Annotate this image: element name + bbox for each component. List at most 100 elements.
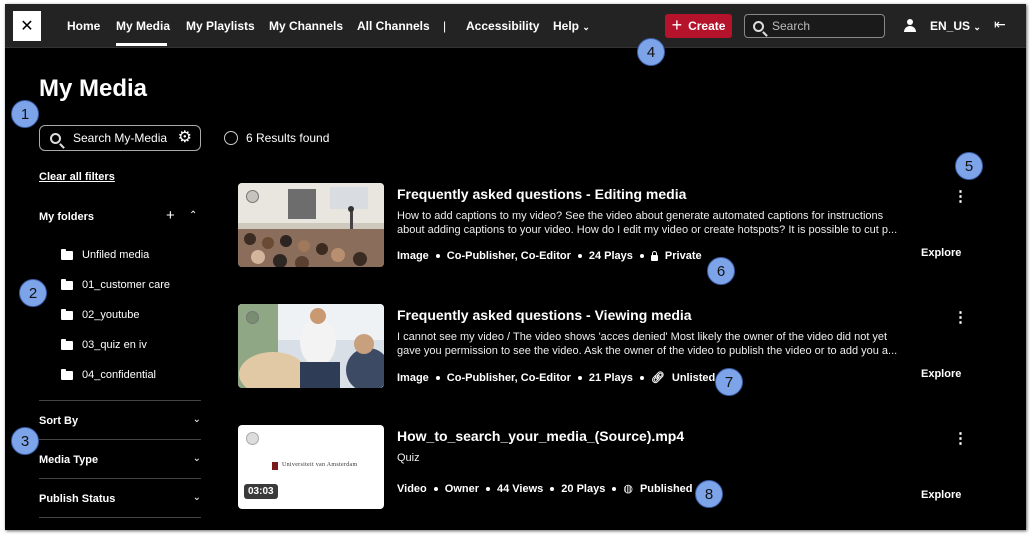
nav-my-playlists[interactable]: My Playlists (186, 19, 255, 33)
media-entry: Frequently asked questions - Editing med… (238, 183, 978, 269)
select-checkbox[interactable] (246, 190, 259, 203)
results-count: 6 Results found (224, 131, 329, 145)
nav-accessibility[interactable]: Accessibility (466, 19, 539, 33)
callout-badge: 6 (707, 257, 735, 285)
logout-icon[interactable]: ⇤ (994, 16, 1006, 33)
folder-label: 02_youtube (82, 309, 140, 321)
callout-badge: 8 (695, 480, 723, 508)
select-all-radio[interactable] (224, 131, 238, 145)
more-options-icon[interactable]: ⋮ (953, 431, 968, 446)
media-title[interactable]: Frequently asked questions - Viewing med… (397, 307, 692, 323)
search-icon (50, 132, 61, 144)
my-media-search-input[interactable]: Search My-Media ⚙ (39, 125, 201, 151)
media-title[interactable]: How_to_search_your_media_(Source).mp4 (397, 428, 684, 444)
chevron-down-icon: ⌄ (973, 22, 981, 32)
nav-my-media[interactable]: My Media (116, 19, 170, 33)
media-description: Quiz (397, 451, 907, 479)
app-window: ✕ Home My Media My Playlists My Channels… (5, 4, 1026, 530)
explore-button[interactable]: Explore (921, 368, 961, 380)
my-media-search-placeholder: Search My-Media (73, 131, 168, 145)
nav-home[interactable]: Home (67, 19, 100, 33)
media-views: 44 Views (497, 482, 544, 495)
media-description-line: gave you permission to see the video. As… (397, 345, 898, 357)
media-description-line: Quiz (397, 452, 420, 464)
user-icon[interactable] (904, 19, 916, 33)
media-type: Video (397, 482, 427, 495)
media-title[interactable]: Frequently asked questions - Editing med… (397, 186, 686, 202)
media-description-line: about adding captions to your video. How… (397, 224, 898, 236)
global-search-input[interactable]: Search (744, 14, 885, 38)
media-thumbnail[interactable]: Universiteit van Amsterdam 03:03 (238, 425, 384, 509)
filter-divider (39, 517, 201, 518)
filter-publish-status[interactable]: Publish Status ⌄ (39, 478, 201, 517)
university-seal-icon (272, 462, 278, 470)
logo-mark-icon: ✕ (20, 16, 34, 35)
select-checkbox[interactable] (246, 432, 259, 445)
media-metadata: Video Owner 44 Views 20 Plays ◍ Publishe… (397, 482, 693, 495)
nav-all-channels[interactable]: All Channels (357, 19, 430, 33)
my-folders-heading: My folders (39, 211, 95, 223)
callout-badge: 1 (11, 100, 39, 128)
filter-label: Sort By (39, 415, 79, 427)
media-thumbnail[interactable] (238, 183, 384, 267)
filter-label: Media Type (39, 454, 99, 466)
create-label: Create (688, 19, 726, 33)
chevron-down-icon: ⌄ (192, 414, 201, 425)
gear-icon[interactable]: ⚙ (178, 130, 192, 146)
media-plays: 20 Plays (561, 482, 606, 495)
chevron-up-icon[interactable]: ⌃ (189, 210, 197, 221)
folder-item[interactable]: 03_quiz en iv (61, 338, 147, 351)
media-metadata: Image Co-Publisher, Co-Editor 24 Plays P… (397, 250, 702, 262)
page-title: My Media (39, 75, 148, 102)
add-folder-icon[interactable]: + (166, 207, 175, 224)
globe-icon: ◍ (623, 482, 633, 495)
results-text: 6 Results found (246, 131, 330, 145)
media-description: I cannot see my video / The video shows … (397, 330, 907, 358)
folder-item[interactable]: 04_confidential (61, 368, 156, 381)
language-label: EN_US (930, 19, 971, 33)
nav-separator: | (443, 19, 447, 33)
nav-active-indicator (116, 43, 167, 46)
callout-badge: 7 (715, 368, 743, 396)
nav-my-channels[interactable]: My Channels (269, 19, 343, 33)
nav-help-label: Help (553, 19, 580, 33)
folder-item[interactable]: 01_customer care (61, 278, 171, 291)
folder-item[interactable]: 02_youtube (61, 308, 140, 321)
filter-sort-by[interactable]: Sort By ⌄ (39, 400, 201, 439)
folder-label: 01_customer care (82, 279, 171, 291)
explore-button[interactable]: Explore (921, 247, 961, 259)
folder-icon (61, 368, 73, 380)
more-options-icon[interactable]: ⋮ (953, 189, 968, 204)
nav-help[interactable]: Help ⌄ (553, 19, 590, 33)
folder-item[interactable]: Unfiled media (61, 248, 150, 261)
chevron-down-icon: ⌄ (192, 492, 201, 503)
folder-label: Unfiled media (82, 249, 150, 261)
callout-badge: 5 (955, 152, 983, 180)
media-role: Co-Publisher, Co-Editor (446, 371, 571, 384)
folder-icon (61, 338, 73, 350)
media-description-line: I cannot see my video / The video shows … (397, 331, 888, 343)
folder-icon (61, 278, 73, 290)
media-entry: Frequently asked questions - Viewing med… (238, 304, 978, 390)
filter-media-type[interactable]: Media Type ⌄ (39, 439, 201, 478)
callout-badge: 2 (19, 279, 47, 307)
media-status: Published (639, 482, 693, 495)
media-metadata: Image Co-Publisher, Co-Editor 21 Plays 🔗… (397, 371, 715, 385)
media-status: Private (664, 250, 702, 262)
media-role: Owner (444, 482, 479, 495)
lock-icon (650, 250, 658, 261)
uva-logo[interactable]: ✕ (13, 11, 41, 41)
duration-badge: 03:03 (244, 484, 278, 499)
explore-button[interactable]: Explore (921, 489, 961, 501)
select-checkbox[interactable] (246, 311, 259, 324)
clear-all-filters-link[interactable]: Clear all filters (39, 171, 115, 183)
media-type: Image (397, 250, 429, 262)
language-selector[interactable]: EN_US ⌄ (930, 19, 981, 33)
callout-badge: 4 (637, 38, 665, 66)
folder-icon (61, 248, 73, 260)
more-options-icon[interactable]: ⋮ (953, 310, 968, 325)
media-role: Co-Publisher, Co-Editor (446, 250, 571, 262)
media-description: How to add captions to my video? See the… (397, 209, 907, 237)
create-button[interactable]: + Create (665, 14, 732, 38)
media-thumbnail[interactable] (238, 304, 384, 388)
